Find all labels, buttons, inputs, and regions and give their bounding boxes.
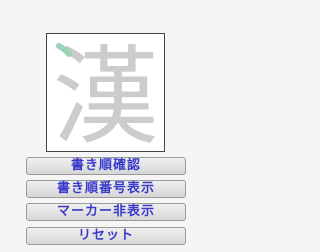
kanji-diagram: 漢 bbox=[53, 36, 159, 151]
hide-marker-button[interactable]: マーカー非表示 bbox=[26, 203, 186, 221]
reset-button[interactable]: リセット bbox=[26, 227, 186, 245]
check-stroke-order-button[interactable]: 書き順確認 bbox=[26, 157, 186, 175]
show-stroke-numbers-button[interactable]: 書き順番号表示 bbox=[26, 180, 186, 198]
stroke-order-panel: 漢 書き順確認 書き順番号表示 マーカー非表示 リセット bbox=[0, 0, 212, 252]
drawing-canvas[interactable]: 漢 bbox=[46, 33, 165, 152]
